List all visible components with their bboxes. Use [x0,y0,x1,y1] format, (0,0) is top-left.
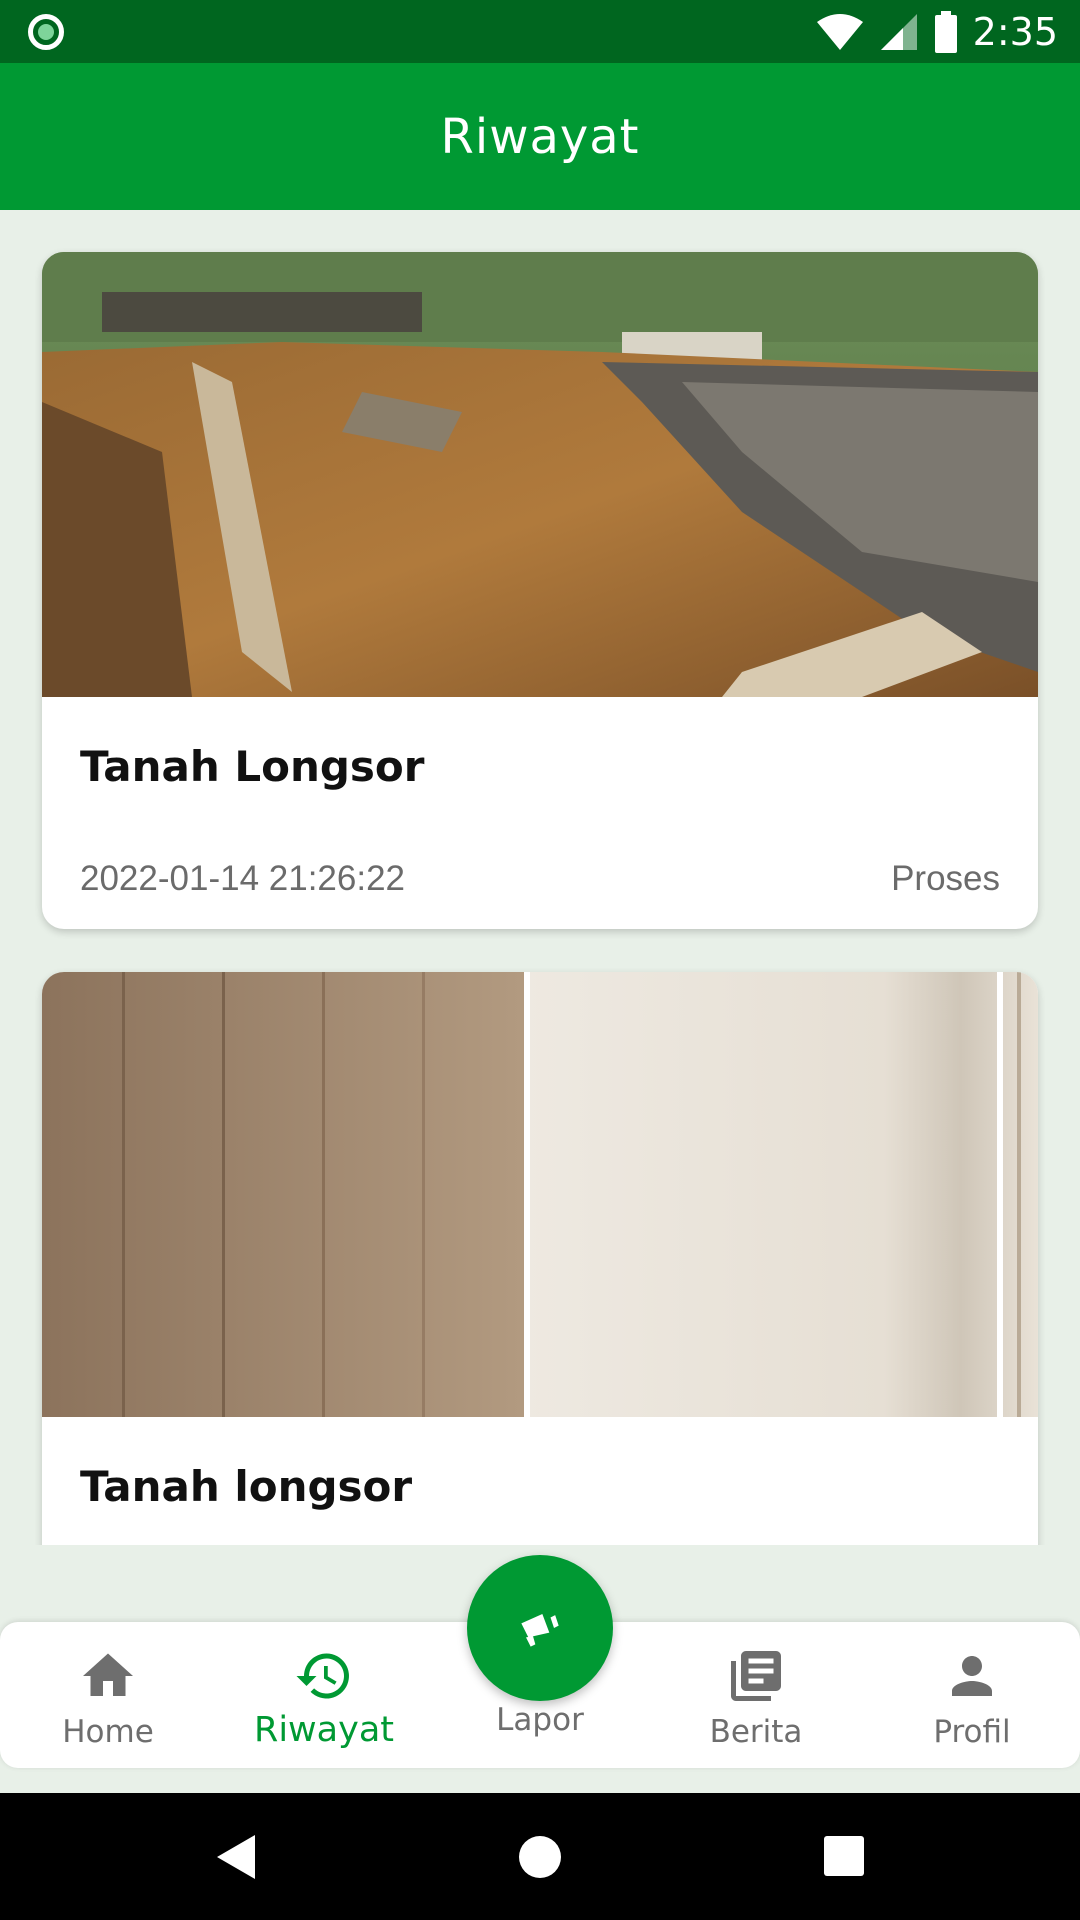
nav-label: Lapor [496,1702,584,1738]
report-title: Tanah Longsor [80,742,425,791]
person-icon [952,1656,992,1696]
report-card[interactable]: Tanah longsor [42,972,1038,1545]
status-time: 2:35 [972,10,1058,54]
megaphone-icon [521,1614,559,1647]
home-icon [83,1653,133,1696]
report-date: 2022-01-14 21:26:22 [80,859,405,898]
status-icons: 2:35 [815,8,1058,56]
recents-icon[interactable] [823,1835,865,1877]
report-fab-button[interactable] [467,1555,613,1701]
nav-item-berita[interactable]: Berita [648,1622,864,1768]
battery-icon [934,11,957,53]
wifi-icon [816,14,863,50]
nav-label: Profil [933,1714,1011,1750]
app-bar: Riwayat [0,63,1080,210]
cell-signal-icon [880,14,917,50]
nav-label: Riwayat [254,1710,394,1750]
report-title: Tanah longsor [80,1462,413,1511]
status-bar: 2:35 [0,0,1080,63]
nav-item-home[interactable]: Home [0,1622,216,1768]
nav-label: Home [62,1714,154,1750]
report-photo [42,252,1038,697]
nav-item-profil[interactable]: Profil [864,1622,1080,1768]
newspaper-icon [731,1651,781,1701]
report-card[interactable]: Tanah Longsor 2022-01-14 21:26:22 Proses [42,252,1038,929]
nav-label: Berita [709,1714,803,1750]
report-status: Proses [891,859,1000,898]
page-title: Riwayat [440,108,640,165]
history-icon [296,1653,349,1699]
system-navigation-bar [0,1793,1080,1920]
report-list[interactable]: Tanah Longsor 2022-01-14 21:26:22 Proses [0,210,1080,1545]
nav-item-riwayat[interactable]: Riwayat [216,1622,432,1768]
notification-icon [28,14,64,50]
report-photo [42,972,1038,1417]
home-button-icon[interactable] [518,1835,562,1879]
back-icon[interactable] [215,1833,257,1881]
